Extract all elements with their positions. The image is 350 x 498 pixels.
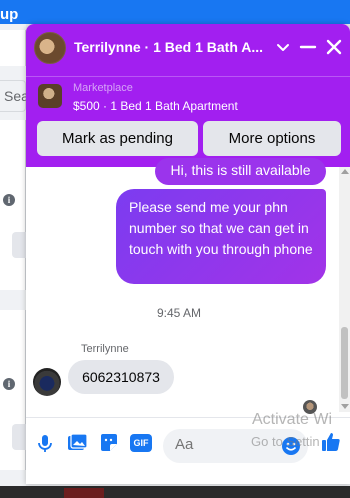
background-topbar: up	[0, 0, 350, 24]
microphone-icon[interactable]	[34, 432, 56, 454]
chat-title[interactable]: Terrilynne · 1 Bed 1 Bath A...	[74, 39, 263, 55]
photo-icon[interactable]	[66, 432, 88, 454]
tag-button[interactable]	[12, 424, 26, 450]
background-app-title: up	[0, 6, 19, 23]
listing-title[interactable]: $500 · 1 Bed 1 Bath Apartment	[73, 99, 238, 113]
chat-header: Terrilynne · 1 Bed 1 Bath A... Marketpla…	[26, 24, 350, 167]
scroll-down-arrow-icon[interactable]	[341, 404, 349, 409]
header-divider	[26, 76, 350, 77]
activate-windows-watermark: Activate Wi	[252, 411, 333, 428]
scroll-up-arrow-icon[interactable]	[341, 169, 349, 174]
mark-as-pending-button[interactable]: Mark as pending	[37, 121, 198, 156]
background-card	[0, 30, 26, 66]
outgoing-message[interactable]: Hi, this is still available	[155, 158, 326, 185]
outgoing-message[interactable]: Please send me your phn number so that w…	[116, 189, 326, 284]
scroll-thumb[interactable]	[341, 327, 348, 399]
listing-thumbnail[interactable]	[38, 84, 62, 108]
sender-avatar[interactable]	[33, 368, 61, 396]
incoming-message[interactable]: 6062310873	[68, 360, 174, 394]
listing-avatar[interactable]	[34, 32, 66, 64]
tag-button[interactable]	[12, 232, 26, 258]
taskbar	[0, 486, 350, 498]
sticker-icon[interactable]	[98, 432, 120, 454]
sender-name: Terrilynne	[81, 343, 129, 355]
chevron-down-icon[interactable]	[272, 36, 294, 58]
minimize-icon[interactable]	[297, 36, 319, 58]
taskbar-item[interactable]	[64, 488, 104, 498]
background-card	[0, 120, 26, 290]
message-scrollbar[interactable]	[339, 167, 350, 412]
close-icon[interactable]	[323, 36, 345, 58]
message-timestamp: 9:45 AM	[157, 306, 202, 320]
info-icon[interactable]: i	[3, 194, 15, 206]
info-icon[interactable]: i	[3, 378, 15, 390]
like-icon[interactable]	[320, 431, 342, 453]
activate-windows-subtext: Go to Settin	[251, 434, 320, 449]
more-options-button[interactable]: More options	[203, 121, 341, 156]
gif-icon[interactable]: GIF	[130, 434, 152, 452]
marketplace-label: Marketplace	[73, 82, 133, 94]
background-search[interactable]: Sea	[0, 80, 29, 112]
